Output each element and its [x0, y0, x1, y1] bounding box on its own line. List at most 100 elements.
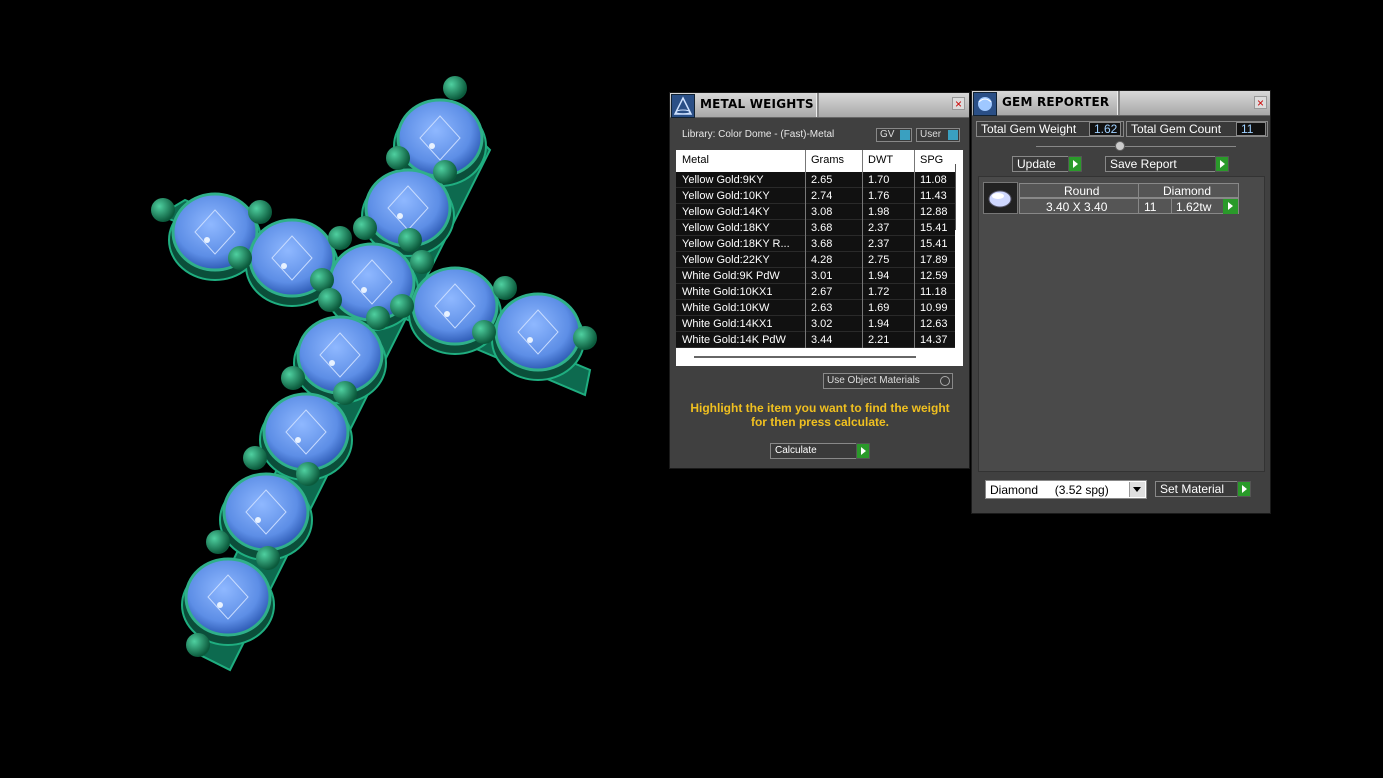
- dwt-cell: 1.69: [868, 302, 890, 314]
- spg-cell: 11.43: [920, 190, 947, 202]
- dwt-cell: 1.72: [868, 286, 890, 298]
- prong: [386, 146, 410, 170]
- titlebar-divider: [816, 93, 819, 117]
- user-toggle-label: User: [920, 129, 942, 140]
- gem-highlight: [527, 337, 533, 343]
- total-gem-weight-value: 1.62: [1089, 122, 1121, 136]
- metal-cell: White Gold:14K PdW: [682, 334, 786, 346]
- gem-stone: [262, 392, 350, 472]
- gem-shape: Round: [1064, 184, 1100, 198]
- spg-cell: 11.08: [920, 174, 947, 186]
- horizontal-scrollbar[interactable]: [694, 356, 916, 358]
- update-button[interactable]: Update: [1012, 156, 1082, 172]
- prong: [353, 216, 377, 240]
- spg-cell: 12.63: [920, 318, 948, 330]
- gem-reporter-icon: [973, 92, 997, 116]
- round-gem-icon: [988, 190, 1012, 208]
- library-label: Library: Color Dome - (Fast)-Metal: [682, 129, 835, 140]
- gem-stone: [494, 292, 582, 372]
- user-toggle[interactable]: User: [916, 128, 960, 142]
- metal-weights-titlebar[interactable]: METAL WEIGHTS ×: [670, 93, 969, 118]
- gem-highlight: [361, 287, 367, 293]
- spg-cell: 14.37: [920, 334, 948, 346]
- prong: [443, 76, 467, 100]
- material-select[interactable]: Diamond (3.52 spg): [985, 480, 1147, 499]
- play-icon: [856, 443, 870, 459]
- prong: [318, 288, 342, 312]
- metal-cell: White Gold:9K PdW: [682, 270, 780, 282]
- prong: [296, 462, 320, 486]
- titlebar-divider: [1117, 91, 1120, 115]
- grams-cell: 3.01: [811, 270, 833, 282]
- gem-reporter-title: GEM REPORTER: [1002, 95, 1110, 109]
- gem-reporter-titlebar[interactable]: GEM REPORTER ×: [972, 91, 1270, 116]
- gem-highlight: [281, 263, 287, 269]
- dwt-cell: 1.70: [868, 174, 890, 186]
- metal-cell: Yellow Gold:22KY: [682, 254, 770, 266]
- gem-highlight: [397, 213, 403, 219]
- dwt-cell: 1.94: [868, 318, 890, 330]
- toggle-indicator-icon: [948, 130, 958, 140]
- calculate-button[interactable]: Calculate: [770, 443, 870, 459]
- spg-cell: 15.41: [920, 238, 948, 250]
- grams-cell: 4.28: [811, 254, 833, 266]
- close-icon[interactable]: ×: [952, 97, 965, 110]
- column-header-spg[interactable]: SPG: [920, 154, 943, 166]
- column-header-metal[interactable]: Metal: [682, 154, 709, 166]
- prong: [410, 250, 434, 274]
- prong: [472, 320, 496, 344]
- spg-cell: 10.99: [920, 302, 948, 314]
- set-material-button[interactable]: Set Material: [1155, 481, 1251, 497]
- save-report-label: Save Report: [1110, 157, 1177, 171]
- gem-highlight: [204, 237, 210, 243]
- grams-cell: 3.68: [811, 238, 833, 250]
- gem-size: 3.40 X 3.40: [1046, 200, 1108, 214]
- gem-material: Diamond: [1163, 184, 1212, 198]
- radio-icon: [940, 376, 950, 386]
- save-report-button[interactable]: Save Report: [1105, 156, 1229, 172]
- prong: [248, 200, 272, 224]
- column-header-dwt[interactable]: DWT: [868, 154, 893, 166]
- splitter-handle-icon[interactable]: [1115, 141, 1125, 151]
- gv-toggle-label: GV: [880, 129, 895, 140]
- gem-list: Round Diamond 3.40 X 3.40 11 1.62tw: [978, 176, 1265, 472]
- gem-stone: [184, 557, 272, 637]
- grams-cell: 2.63: [811, 302, 833, 314]
- prong: [573, 326, 597, 350]
- column-divider: [914, 150, 915, 348]
- prong: [151, 198, 175, 222]
- metal-cell: Yellow Gold:9KY: [682, 174, 764, 186]
- prong: [256, 546, 280, 570]
- metal-weights-icon: [671, 94, 695, 118]
- gem-highlight: [444, 311, 450, 317]
- close-icon[interactable]: ×: [1254, 96, 1267, 109]
- prong: [493, 276, 517, 300]
- column-divider: [805, 150, 806, 348]
- metal-cell: White Gold:10KX1: [682, 286, 773, 298]
- prong: [433, 160, 457, 184]
- prong: [333, 381, 357, 405]
- gem-row[interactable]: 3.40 X 3.40 11 1.62tw: [1019, 198, 1239, 214]
- gem-stone: [296, 315, 384, 395]
- 3d-viewport-cross-model[interactable]: [0, 0, 660, 778]
- metal-weights-panel: METAL WEIGHTS × Library: Color Dome - (F…: [669, 92, 970, 469]
- gem-thumbnail[interactable]: [983, 182, 1018, 214]
- column-header-grams[interactable]: Grams: [811, 154, 844, 166]
- play-icon[interactable]: [1223, 199, 1238, 214]
- grams-cell: 2.65: [811, 174, 833, 186]
- grams-cell: 3.68: [811, 222, 833, 234]
- use-object-materials-checkbox[interactable]: Use Object Materials: [823, 373, 953, 389]
- prong: [366, 306, 390, 330]
- splitter-line: [1036, 146, 1236, 147]
- vertical-scrollbar[interactable]: [955, 164, 956, 230]
- metal-cell: Yellow Gold:18KY R...: [682, 238, 790, 250]
- spg-cell: 12.59: [920, 270, 948, 282]
- prong: [186, 633, 210, 657]
- prong: [390, 294, 414, 318]
- gem-highlight: [217, 602, 223, 608]
- play-icon: [1215, 156, 1229, 172]
- gem-count: 11: [1144, 200, 1157, 214]
- spg-cell: 12.88: [920, 206, 948, 218]
- gv-toggle[interactable]: GV: [876, 128, 912, 142]
- dwt-cell: 2.75: [868, 254, 890, 266]
